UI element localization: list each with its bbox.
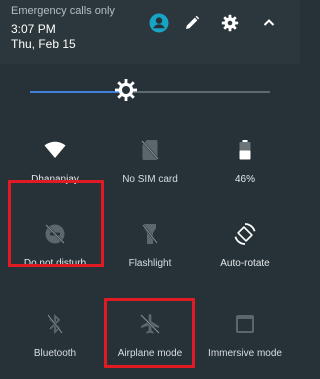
- immersive-mode-icon: [233, 312, 257, 336]
- tile-label: No SIM card: [122, 174, 178, 185]
- tile-label: Auto-rotate: [220, 258, 270, 269]
- tile-immersive-mode[interactable]: Immersive mode: [197, 312, 293, 372]
- highlight-box-airplane-mode: [104, 298, 195, 368]
- brightness-icon[interactable]: [114, 78, 138, 102]
- tile-flashlight[interactable]: Flashlight: [102, 222, 198, 282]
- battery-icon: [233, 138, 257, 162]
- clock-date: Thu, Feb 15: [11, 37, 76, 51]
- carrier-status: Emergency calls only: [11, 5, 115, 17]
- auto-rotate-icon: [233, 222, 257, 246]
- tile-label: Bluetooth: [33, 348, 77, 359]
- tile-bluetooth[interactable]: Bluetooth: [7, 312, 103, 372]
- flashlight-icon: [138, 222, 162, 246]
- highlight-box-do-not-disturb: [8, 180, 104, 267]
- tile-label: Flashlight: [128, 258, 172, 269]
- tile-auto-rotate[interactable]: Auto-rotate: [197, 222, 293, 282]
- brightness-slider[interactable]: [30, 79, 270, 101]
- brightness-fill: [30, 91, 126, 93]
- tile-label: Immersive mode: [208, 348, 282, 359]
- account-icon[interactable]: [148, 12, 170, 34]
- tile-battery[interactable]: 46%: [197, 138, 293, 198]
- clock-time: 3:07 PM: [11, 22, 56, 36]
- wifi-icon: [43, 138, 67, 162]
- settings-icon[interactable]: [219, 12, 241, 34]
- edit-icon[interactable]: [181, 12, 203, 34]
- collapse-chevron-icon[interactable]: [258, 12, 280, 34]
- bluetooth-off-icon: [43, 312, 67, 336]
- no-sim-icon: [138, 138, 162, 162]
- status-header: Emergency calls only 3:07 PM Thu, Feb 15: [0, 0, 300, 64]
- tile-label: 46%: [234, 174, 255, 185]
- tile-no-sim[interactable]: No SIM card: [102, 138, 198, 198]
